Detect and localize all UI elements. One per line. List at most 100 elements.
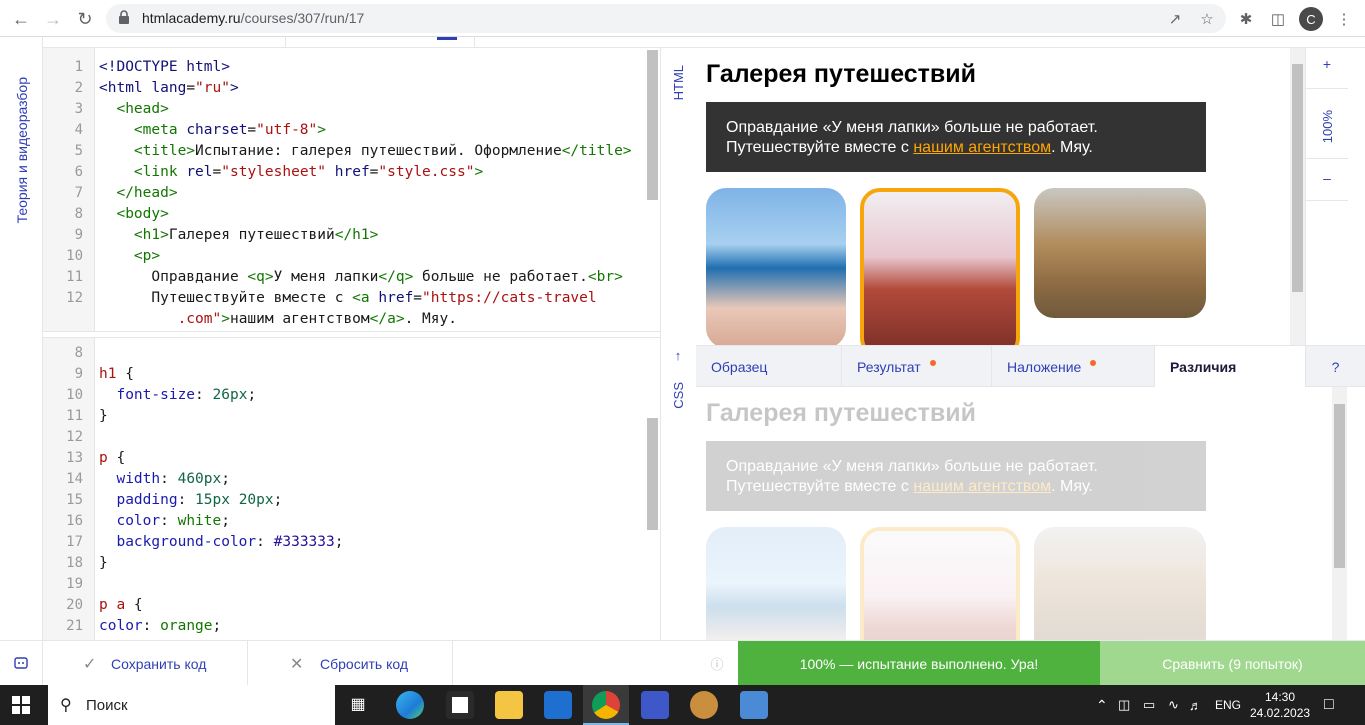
success-banner: 100% — испытание выполнено. Ура! (738, 641, 1100, 686)
windows-taskbar: ⚲ Поиск ▦ ⌃ ◫ ▭ ∿ ♬ ENG 14:30 24.02.2023… (0, 685, 1365, 725)
diff-preview: Галерея путешествий Оправдание «У меня л… (696, 387, 1332, 640)
side-panel-icon[interactable]: ◫ (1265, 6, 1291, 32)
clock[interactable]: 14:30 24.02.2023 (1250, 689, 1310, 721)
share-icon[interactable]: ↗ (1162, 6, 1188, 32)
code-line: <!DOCTYPE html> (99, 59, 230, 75)
code-line: } (99, 555, 108, 571)
tab-sample[interactable]: Образец (696, 346, 842, 387)
code-line: <meta charset="utf-8"> (133, 122, 326, 138)
zoom-level: 100% (1319, 109, 1335, 144)
preview-scrollbar-thumb[interactable] (1292, 64, 1303, 292)
tab-diff[interactable]: Различия (1155, 346, 1306, 387)
diff-title: Галерея путешествий (706, 399, 977, 427)
reload-icon[interactable]: ↻ (72, 6, 98, 32)
zoom-in-button[interactable]: + (1306, 56, 1348, 72)
battery-icon[interactable]: ▭ (1143, 685, 1155, 725)
bottom-bar: ✓ Сохранить код ✕ Сбросить код ⓘ 100% — … (0, 640, 1365, 686)
preview-title: Галерея путешествий (706, 60, 977, 88)
compare-tabs: Образец Результат Наложение Различия ? (696, 345, 1365, 387)
zoom-out-button[interactable]: – (1306, 170, 1348, 186)
santorini-image (706, 188, 846, 345)
arrow-up-icon[interactable]: ↑ (668, 348, 688, 368)
task-view-icon[interactable]: ▦ (344, 691, 372, 719)
theory-label[interactable]: Теория и видеоразбор (0, 60, 43, 240)
line-number: 13 (66, 450, 83, 466)
line-number: 9 (74, 227, 83, 243)
tab-result[interactable]: Результат (842, 346, 992, 387)
edge-icon[interactable] (396, 691, 424, 719)
line-number: 8 (74, 206, 83, 222)
css-code-editor[interactable]: 8 9 10 11 12 13 14 15 16 17 18 19 20 21 … (43, 338, 660, 640)
menu-kebab-icon[interactable]: ⋮ (1331, 6, 1357, 32)
code-line: </head> (116, 185, 178, 201)
agency-link[interactable]: нашим агентством (913, 139, 1051, 156)
code-line: <link rel="stylesheet" href="style.css"> (133, 164, 484, 180)
line-number: 16 (66, 513, 83, 529)
line-number: 20 (66, 597, 83, 613)
css-scrollbar-thumb[interactable] (647, 418, 658, 530)
tray-device-icon[interactable]: ◫ (1118, 685, 1130, 725)
clock-date: 24.02.2023 (1250, 706, 1311, 720)
wifi-icon[interactable]: ∿ (1168, 685, 1179, 725)
help-button[interactable]: ? (1306, 346, 1365, 387)
volume-icon[interactable]: ♬ (1189, 685, 1202, 725)
windows-start-icon[interactable] (12, 696, 30, 714)
code-line: <body> (116, 206, 169, 222)
info-icon[interactable]: ⓘ (696, 641, 738, 686)
tab-overlay[interactable]: Наложение (992, 346, 1155, 387)
line-number: 8 (74, 345, 83, 361)
diff-pagoda-image (860, 527, 1020, 640)
notifications-icon[interactable]: □ (1324, 685, 1334, 725)
code-line: color: orange; (99, 618, 222, 634)
forward-icon[interactable]: → (40, 6, 66, 32)
profile-avatar[interactable]: С (1299, 7, 1323, 31)
line-number: 18 (66, 555, 83, 571)
feedback-icon[interactable] (0, 641, 43, 686)
extensions-icon[interactable]: ✱ (1233, 6, 1259, 32)
chrome-icon[interactable] (592, 691, 620, 719)
reset-code-button[interactable]: ✕ Сбросить код (248, 641, 453, 686)
html-scrollbar-thumb[interactable] (647, 50, 658, 200)
store-icon[interactable] (446, 691, 474, 719)
taskbar-search[interactable]: ⚲ Поиск (48, 685, 335, 725)
code-line: Путешествуйте вместе с <a href="https://… (99, 290, 597, 306)
code-line: } (99, 408, 108, 424)
url-text[interactable]: htmlacademy.ru/courses/307/run/17 (142, 10, 364, 26)
html-code-editor[interactable]: 1 2 3 4 5 6 7 8 9 10 11 12 <!DOCTYPE htm… (43, 48, 660, 331)
divider (1306, 88, 1348, 89)
divider (1306, 200, 1348, 201)
code-line: <p> (133, 248, 161, 264)
result-dot (929, 359, 936, 366)
diff-p-line2: Путешествуйте вместе с нашим агентством.… (726, 478, 1093, 495)
html-tab-label[interactable]: HTML (666, 60, 690, 105)
paint-icon[interactable] (690, 691, 718, 719)
calculator-icon[interactable] (740, 691, 768, 719)
line-number: 4 (74, 122, 83, 138)
active-file-indicator (437, 37, 457, 40)
back-icon[interactable]: ← (8, 6, 34, 32)
css-tab-label[interactable]: CSS (666, 378, 690, 413)
diff-santorini-image (706, 527, 846, 640)
village-image (1034, 188, 1206, 318)
code-line: color: white; (116, 513, 230, 529)
code-line: <h1>Галерея путешествий</h1> (133, 227, 379, 243)
line-number: 2 (74, 80, 83, 96)
line-number: 17 (66, 534, 83, 550)
check-icon: ✓ (83, 655, 97, 673)
code-line: <title>Испытание: галерея путешествий. О… (133, 143, 632, 159)
line-number: 14 (66, 471, 83, 487)
mail-icon[interactable] (544, 691, 572, 719)
tray-chevron-icon[interactable]: ⌃ (1096, 685, 1108, 725)
language-indicator[interactable]: ENG (1215, 685, 1241, 725)
lock-icon[interactable] (118, 10, 130, 25)
file-explorer-icon[interactable] (495, 691, 523, 719)
compare-button[interactable]: Сравнить (9 попыток) (1100, 641, 1365, 686)
diff-scrollbar-thumb[interactable] (1334, 404, 1345, 568)
search-icon: ⚲ (60, 697, 72, 714)
save-code-button[interactable]: ✓ Сохранить код (43, 641, 248, 686)
editor-divider[interactable] (43, 331, 660, 338)
code-line: padding: 15px 20px; (116, 492, 283, 508)
save-disk-icon[interactable] (641, 691, 669, 719)
bookmark-star-icon[interactable]: ☆ (1194, 6, 1220, 32)
preview-p-line2: Путешествуйте вместе с нашим агентством.… (726, 139, 1093, 156)
